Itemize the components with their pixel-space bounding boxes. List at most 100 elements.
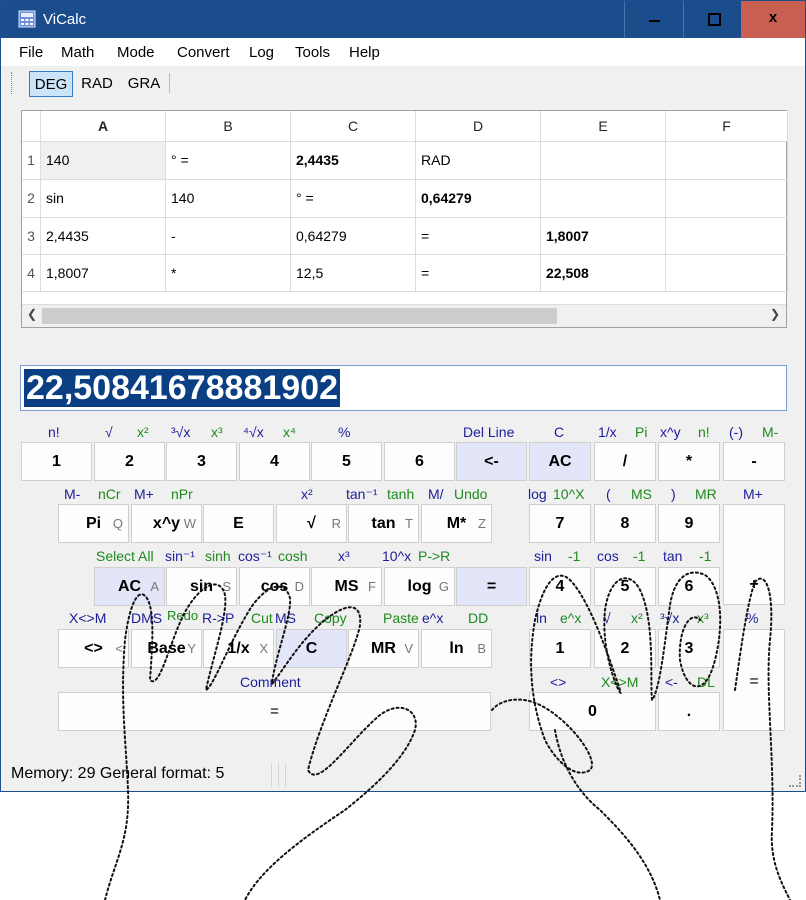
digit-2-button[interactable]: 2: [94, 442, 165, 481]
menu-help[interactable]: Help: [349, 44, 380, 61]
reciprocal-button[interactable]: 1/x X: [203, 629, 274, 668]
row-header[interactable]: 2: [22, 180, 41, 218]
pi-button[interactable]: Pi Q: [58, 504, 129, 543]
grid-cell[interactable]: 0,64279: [291, 218, 416, 255]
grid-cell[interactable]: =: [416, 255, 541, 292]
log-button[interactable]: log G: [384, 567, 455, 606]
ac-button[interactable]: AC A: [94, 567, 165, 606]
digit-3-button[interactable]: 3: [166, 442, 237, 481]
grid-cell[interactable]: [666, 142, 788, 180]
memory-multiply-button[interactable]: M* Z: [421, 504, 492, 543]
equals-button[interactable]: =: [456, 567, 527, 606]
digit-2-pad-button[interactable]: 2: [594, 629, 656, 668]
digit-1-pad-button[interactable]: 1: [529, 629, 591, 668]
exponent-button[interactable]: E: [203, 504, 274, 543]
digit-1-button[interactable]: 1: [21, 442, 92, 481]
base-button[interactable]: Base Y: [131, 629, 202, 668]
digit-6-button[interactable]: 6: [384, 442, 455, 481]
col-header-d[interactable]: D: [416, 111, 541, 142]
cos-button[interactable]: cos D: [239, 567, 310, 606]
grid-cell[interactable]: [541, 180, 666, 218]
tan-button[interactable]: tan T: [348, 504, 419, 543]
digit-9-button[interactable]: 9: [658, 504, 720, 543]
grid-cell[interactable]: [666, 255, 788, 292]
power-button[interactable]: x^y W: [131, 504, 202, 543]
gra-button[interactable]: GRA: [123, 71, 165, 97]
menu-math[interactable]: Math: [61, 44, 94, 61]
scroll-right-icon[interactable]: ❯: [770, 307, 780, 321]
digit-4-pad-button[interactable]: 4: [529, 567, 591, 606]
grid-cell[interactable]: 2,4435: [41, 218, 166, 255]
grid-cell[interactable]: [541, 142, 666, 180]
all-clear-button[interactable]: AC: [529, 442, 591, 481]
resize-grip[interactable]: [789, 775, 801, 787]
grid-cell[interactable]: 2,4435: [291, 142, 416, 180]
divide-button[interactable]: /: [594, 442, 656, 481]
menu-log[interactable]: Log: [249, 44, 274, 61]
key-label: 1: [555, 640, 565, 657]
digit-5-button[interactable]: 5: [311, 442, 382, 481]
menu-file[interactable]: File: [19, 44, 43, 61]
minus-button[interactable]: -: [723, 442, 785, 481]
grid-cell[interactable]: ° =: [166, 142, 291, 180]
col-header-e[interactable]: E: [541, 111, 666, 142]
plus-button[interactable]: +: [723, 504, 785, 605]
clear-button[interactable]: C: [276, 629, 347, 668]
grid-cell[interactable]: 140: [166, 180, 291, 218]
toolbar-grip[interactable]: [11, 72, 14, 94]
digit-6-pad-button[interactable]: 6: [658, 567, 720, 606]
grid-cell[interactable]: *: [166, 255, 291, 292]
row-header[interactable]: 1: [22, 142, 41, 180]
grid-cell[interactable]: 1,8007: [41, 255, 166, 292]
grid-cell[interactable]: 1,8007: [541, 218, 666, 255]
memory-store-button[interactable]: MS F: [311, 567, 382, 606]
memory-recall-button[interactable]: MR V: [348, 629, 419, 668]
grid-cell[interactable]: 0,64279: [416, 180, 541, 218]
menu-mode[interactable]: Mode: [117, 44, 155, 61]
grid-cell[interactable]: =: [416, 218, 541, 255]
digit-7-button[interactable]: 7: [529, 504, 591, 543]
grid-cell[interactable]: sin: [41, 180, 166, 218]
maximize-button[interactable]: [683, 1, 743, 38]
backspace-button[interactable]: <-: [456, 442, 527, 481]
grid-cell[interactable]: [666, 218, 788, 255]
scroll-left-icon[interactable]: ❮: [27, 307, 37, 321]
decimal-button[interactable]: .: [658, 692, 720, 731]
grid-cell[interactable]: RAD: [416, 142, 541, 180]
spreadsheet-grid[interactable]: A B C D E F 1 140 ° = 2,4435 RAD 2 sin 1…: [21, 110, 788, 328]
sin-button[interactable]: sin S: [166, 567, 237, 606]
minimize-button[interactable]: [624, 1, 684, 38]
digit-0-button[interactable]: 0: [529, 692, 656, 731]
multiply-button[interactable]: *: [658, 442, 720, 481]
col-header-a[interactable]: A: [41, 111, 166, 142]
digit-4-button[interactable]: 4: [239, 442, 310, 481]
grid-cell[interactable]: [666, 180, 788, 218]
col-header-f[interactable]: F: [666, 111, 788, 142]
ln-button[interactable]: ln B: [421, 629, 492, 668]
row-header[interactable]: 3: [22, 218, 41, 255]
deg-button[interactable]: DEG: [29, 71, 73, 97]
grid-cell[interactable]: 12,5: [291, 255, 416, 292]
row-header[interactable]: 4: [22, 255, 41, 292]
grid-cell[interactable]: -: [166, 218, 291, 255]
horizontal-scrollbar[interactable]: ❮ ❯: [22, 304, 786, 327]
sqrt-button[interactable]: √ R: [276, 504, 347, 543]
digit-5-pad-button[interactable]: 5: [594, 567, 656, 606]
result-display[interactable]: 22,50841678881902: [20, 365, 787, 411]
scrollbar-thumb[interactable]: [42, 308, 557, 324]
close-button[interactable]: x: [741, 1, 805, 38]
digit-3-pad-button[interactable]: 3: [658, 629, 720, 668]
big-equals-button[interactable]: =: [723, 629, 785, 731]
col-header-b[interactable]: B: [166, 111, 291, 142]
col-header-c[interactable]: C: [291, 111, 416, 142]
title-bar[interactable]: ViCalc x: [1, 1, 805, 38]
grid-cell[interactable]: 140: [41, 142, 166, 180]
comment-equals-button[interactable]: =: [58, 692, 491, 731]
rad-button[interactable]: RAD: [77, 71, 117, 97]
digit-8-button[interactable]: 8: [594, 504, 656, 543]
swap-button[interactable]: <> <: [58, 629, 129, 668]
grid-cell[interactable]: ° =: [291, 180, 416, 218]
menu-tools[interactable]: Tools: [295, 44, 330, 61]
menu-convert[interactable]: Convert: [177, 44, 230, 61]
grid-cell[interactable]: 22,508: [541, 255, 666, 292]
